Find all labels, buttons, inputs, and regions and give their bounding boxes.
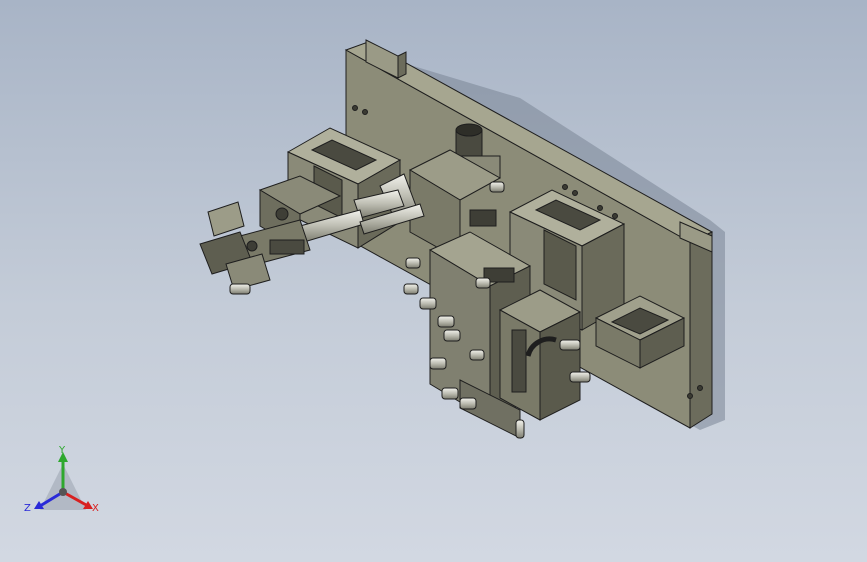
- z-axis-label: Z: [24, 503, 31, 514]
- coordinate-triad: Y Z X: [22, 445, 104, 524]
- assembly-model[interactable]: [0, 0, 867, 562]
- x-axis-label: X: [92, 503, 99, 514]
- triad-origin: [59, 488, 67, 496]
- graphics-viewport[interactable]: Y Z X: [0, 0, 867, 562]
- y-axis-label: Y: [59, 445, 66, 456]
